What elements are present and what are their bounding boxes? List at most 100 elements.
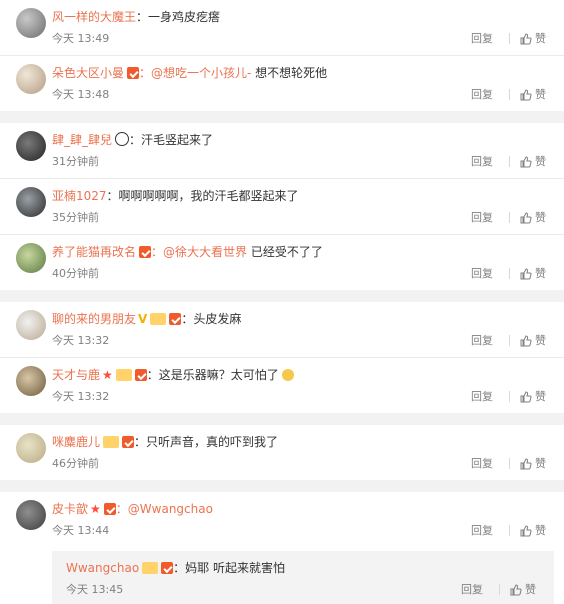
comment-time: 31分钟前 [52, 155, 99, 168]
sub-reply: Wwangchao ：妈耶 听起来就害怕 今天 13:45 回复 赞 [52, 551, 554, 604]
commenter-name[interactable]: 肆_肆_肆兒 [52, 133, 112, 147]
comment-text: ：头皮发麻 [181, 312, 242, 326]
avatar[interactable] [16, 366, 46, 396]
divider [509, 156, 510, 167]
vip-badge-icon [103, 436, 120, 448]
divider [509, 335, 510, 346]
commenter-name[interactable]: 皮卡歆 [52, 502, 88, 516]
avatar[interactable] [16, 243, 46, 273]
verified-badge-icon [127, 67, 140, 79]
like-label: 赞 [535, 32, 546, 45]
comment-time: 今天 13:49 [52, 32, 110, 45]
thumbs-up-icon [520, 524, 532, 536]
like-button[interactable]: 赞 [520, 388, 546, 405]
panda-badge-icon [115, 132, 130, 146]
comment-text: ：只听声音，真的吓到我了 [134, 435, 279, 449]
mention-link[interactable]: ：@想吃一个小孩儿- [139, 66, 251, 80]
like-button[interactable]: 赞 [520, 153, 546, 170]
thumbs-up-icon [520, 457, 532, 469]
avatar[interactable] [16, 500, 46, 530]
comment-group: 风一样的大魔王：一身鸡皮疙瘩 今天 13:49 回复 赞 朵色大区小曼 ：@想吃一… [0, 0, 564, 111]
commenter-name[interactable]: 聊的来的男朋友 [52, 312, 136, 326]
like-button[interactable]: 赞 [520, 265, 546, 282]
divider [509, 212, 510, 223]
vip-badge-icon [115, 369, 132, 381]
comment-time: 今天 13:45 [66, 583, 124, 596]
like-button[interactable]: 赞 [510, 581, 536, 598]
divider [509, 525, 510, 536]
commenter-name[interactable]: Wwangchao [66, 561, 139, 575]
thumbs-up-icon [520, 390, 532, 402]
reply-button[interactable]: 回复 [461, 581, 499, 598]
like-button[interactable]: 赞 [520, 522, 546, 539]
avatar[interactable] [16, 131, 46, 161]
comment-item: 养了能猫再改名 ：@徐大大看世界 已经受不了了 40分钟前 回复 赞 [0, 234, 564, 290]
comment-time: 今天 13:48 [52, 88, 110, 101]
like-label: 赞 [525, 583, 536, 596]
reply-button[interactable]: 回复 [471, 388, 509, 405]
comment-text: ：这是乐器嘛？太可怕了 [146, 368, 279, 382]
thumbs-up-icon [520, 32, 532, 44]
like-label: 赞 [535, 267, 546, 280]
reply-button[interactable]: 回复 [471, 209, 509, 226]
commenter-name[interactable]: 天才与鹿 [52, 368, 100, 382]
commenter-name[interactable]: 亚楠1027 [52, 189, 107, 203]
avatar[interactable] [16, 187, 46, 217]
like-button[interactable]: 赞 [520, 209, 546, 226]
comment-item: 聊的来的男朋友 V ：头皮发麻 今天 13:32 回复 赞 [0, 302, 564, 357]
divider [509, 89, 510, 100]
verified-badge-icon [161, 562, 174, 574]
like-label: 赞 [535, 155, 546, 168]
comment-text: 已经受不了了 [247, 245, 323, 259]
avatar[interactable] [16, 310, 46, 340]
thumbs-up-icon [520, 334, 532, 346]
reply-button[interactable]: 回复 [471, 455, 509, 472]
reply-button[interactable]: 回复 [471, 153, 509, 170]
thumbs-up-icon [520, 267, 532, 279]
comment-item: 肆_肆_肆兒 ：汗毛竖起来了 31分钟前 回复 赞 [0, 123, 564, 178]
mention-link[interactable]: ：@徐大大看世界 [151, 245, 247, 259]
reply-button[interactable]: 回复 [471, 332, 509, 349]
commenter-name[interactable]: 养了能猫再改名 [52, 245, 136, 259]
reply-button[interactable]: 回复 [471, 265, 509, 282]
comment-time: 今天 13:32 [52, 334, 110, 347]
like-label: 赞 [535, 211, 546, 224]
like-label: 赞 [535, 390, 546, 403]
avatar[interactable] [16, 8, 46, 38]
verified-badge-icon [103, 503, 116, 515]
comment-group: 肆_肆_肆兒 ：汗毛竖起来了 31分钟前 回复 赞 亚楠1027：啊啊啊啊啊，我的… [0, 123, 564, 290]
reply-button[interactable]: 回复 [471, 522, 509, 539]
star-badge-icon: ★ [102, 368, 113, 382]
divider [509, 391, 510, 402]
like-label: 赞 [535, 88, 546, 101]
reply-button[interactable]: 回复 [471, 30, 509, 47]
comment-item: 咪麋鹿儿 ：只听声音，真的吓到我了 46分钟前 回复 赞 [0, 425, 564, 480]
vip-badge-icon [142, 562, 159, 574]
avatar[interactable] [16, 433, 46, 463]
comment-group: 咪麋鹿儿 ：只听声音，真的吓到我了 46分钟前 回复 赞 [0, 425, 564, 480]
comment-time: 35分钟前 [52, 211, 99, 224]
like-button[interactable]: 赞 [520, 455, 546, 472]
comment-text: ：妈耶 听起来就害怕 [173, 561, 285, 575]
like-button[interactable]: 赞 [520, 332, 546, 349]
comment-group: 聊的来的男朋友 V ：头皮发麻 今天 13:32 回复 赞 天才与鹿 ★ ：这是乐器嘛？… [0, 302, 564, 413]
divider [509, 33, 510, 44]
comment-item: 朵色大区小曼 ：@想吃一个小孩儿- 想不想轮死他 今天 13:48 回复 赞 [0, 55, 564, 111]
verified-badge-icon [139, 246, 152, 258]
comment-item: 皮卡歆 ★ ：@Wwangchao 今天 13:44 回复 赞 [0, 492, 564, 547]
like-label: 赞 [535, 457, 546, 470]
reply-button[interactable]: 回复 [471, 86, 509, 103]
comment-item: 风一样的大魔王：一身鸡皮疙瘩 今天 13:49 回复 赞 [0, 0, 564, 55]
vip-badge-icon [150, 313, 167, 325]
comment-text: 想不想轮死他 [251, 66, 328, 80]
commenter-name[interactable]: 朵色大区小曼 [52, 66, 124, 80]
like-button[interactable]: 赞 [520, 30, 546, 47]
commenter-name[interactable]: 风一样的大魔王 [52, 10, 136, 24]
avatar[interactable] [16, 64, 46, 94]
like-button[interactable]: 赞 [520, 86, 546, 103]
comment-time: 今天 13:44 [52, 524, 110, 537]
comment-text: ：一身鸡皮疙瘩 [136, 10, 221, 24]
mention-link[interactable]: ：@Wwangchao [116, 502, 213, 516]
commenter-name[interactable]: 咪麋鹿儿 [52, 435, 100, 449]
divider [499, 584, 500, 595]
